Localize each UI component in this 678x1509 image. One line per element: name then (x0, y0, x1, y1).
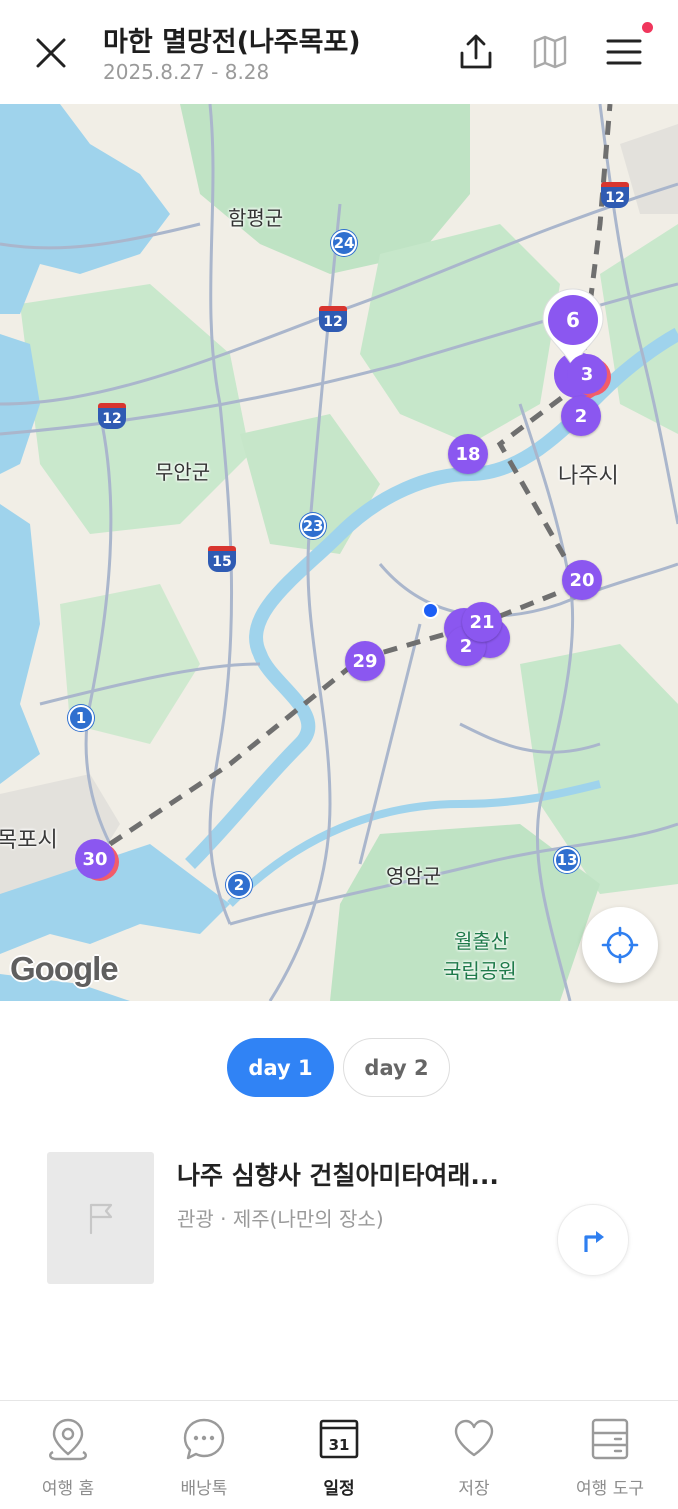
nav-label: 여행 홈 (41, 1479, 95, 1499)
nav-chat[interactable]: 배낭톡 (136, 1401, 272, 1509)
road-13-shield: 13 (554, 847, 580, 873)
nav-label: 배낭톡 (180, 1479, 228, 1499)
nav-schedule[interactable]: 31 일정 (271, 1401, 407, 1509)
close-icon (36, 38, 66, 68)
expressway-12-shield: 12 (98, 403, 126, 429)
map-marker[interactable]: 30 (75, 839, 115, 879)
app-header: 마한 멸망전(나주목포) 2025.8.27 - 8.28 (0, 0, 678, 104)
day-1-tab[interactable]: day 1 (227, 1038, 334, 1097)
close-button[interactable] (26, 30, 76, 76)
chat-bubble-icon (180, 1415, 228, 1463)
location-pin-icon (44, 1415, 92, 1463)
nav-label: 여행 도구 (576, 1479, 644, 1499)
google-attribution: Google (10, 950, 119, 987)
road-24-shield: 24 (331, 230, 357, 256)
directions-icon (584, 1231, 604, 1252)
day-selector: day 1 day 2 (0, 1038, 678, 1098)
map-marker[interactable]: 18 (448, 434, 488, 474)
current-location-dot (422, 602, 439, 619)
expressway-15-shield: 15 (208, 546, 236, 572)
nav-label: 일정 (323, 1479, 355, 1499)
trip-map[interactable]: 함평군 무안군 나주시 목포시 영암군 월출산 국립공원 12 12 12 15… (0, 104, 678, 1001)
map-label-muan: 무안군 (155, 460, 211, 484)
marker-label: 6 (548, 295, 598, 345)
map-marker[interactable]: 3 (567, 354, 607, 394)
map-label-wolchulsan: 월출산 (454, 929, 510, 953)
crosshair-icon (601, 926, 639, 964)
my-location-button[interactable] (582, 907, 658, 983)
place-category: 관광 · 제주(나만의 장소) (177, 1207, 384, 1231)
trip-title: 마한 멸망전(나주목포) (103, 27, 361, 58)
nav-label: 저장 (458, 1479, 490, 1499)
directions-button[interactable] (557, 1204, 629, 1276)
place-name: 나주 심향사 건칠아미타여래... (177, 1161, 499, 1190)
day-2-tab[interactable]: day 2 (343, 1038, 450, 1097)
flag-icon (89, 1203, 112, 1235)
map-marker[interactable]: 2 (561, 396, 601, 436)
expressway-12-shield: 12 (319, 306, 347, 332)
share-icon (460, 34, 492, 69)
heart-icon (450, 1415, 498, 1463)
map-label-national-park: 국립공원 (443, 959, 517, 983)
menu-icon (606, 39, 642, 65)
map-view-button[interactable] (526, 28, 574, 76)
svg-text:31: 31 (329, 1436, 350, 1454)
expressway-12-shield: 12 (601, 182, 629, 208)
bottom-navigation: 여행 홈 배낭톡 31 일정 저장 여행 도구 (0, 1400, 678, 1509)
nav-trip-tools[interactable]: 여행 도구 (542, 1401, 678, 1509)
menu-button[interactable] (600, 28, 648, 76)
toolbox-icon (586, 1415, 634, 1463)
nav-trip-home[interactable]: 여행 홈 (0, 1401, 136, 1509)
road-1-shield: 1 (68, 705, 94, 731)
place-thumbnail (47, 1152, 154, 1284)
road-23-shield: 23 (300, 513, 326, 539)
place-card[interactable]: 나주 심향사 건칠아미타여래... 관광 · 제주(나만의 장소) (0, 1140, 678, 1300)
map-icon (533, 35, 567, 69)
map-label-mokpo: 목포시 (0, 828, 58, 853)
map-label-hampyeong: 함평군 (228, 206, 284, 230)
trip-dates: 2025.8.27 - 8.28 (103, 60, 270, 84)
notification-dot (640, 20, 655, 35)
map-marker[interactable]: 21 (462, 602, 502, 642)
map-marker[interactable]: 20 (562, 560, 602, 600)
map-marker[interactable]: 29 (345, 641, 385, 681)
road-2-shield: 2 (226, 872, 252, 898)
map-label-yeongam: 영암군 (386, 864, 442, 888)
map-label-naju: 나주시 (558, 464, 619, 489)
calendar-icon: 31 (315, 1415, 363, 1463)
nav-saved[interactable]: 저장 (406, 1401, 542, 1509)
share-button[interactable] (452, 28, 500, 76)
